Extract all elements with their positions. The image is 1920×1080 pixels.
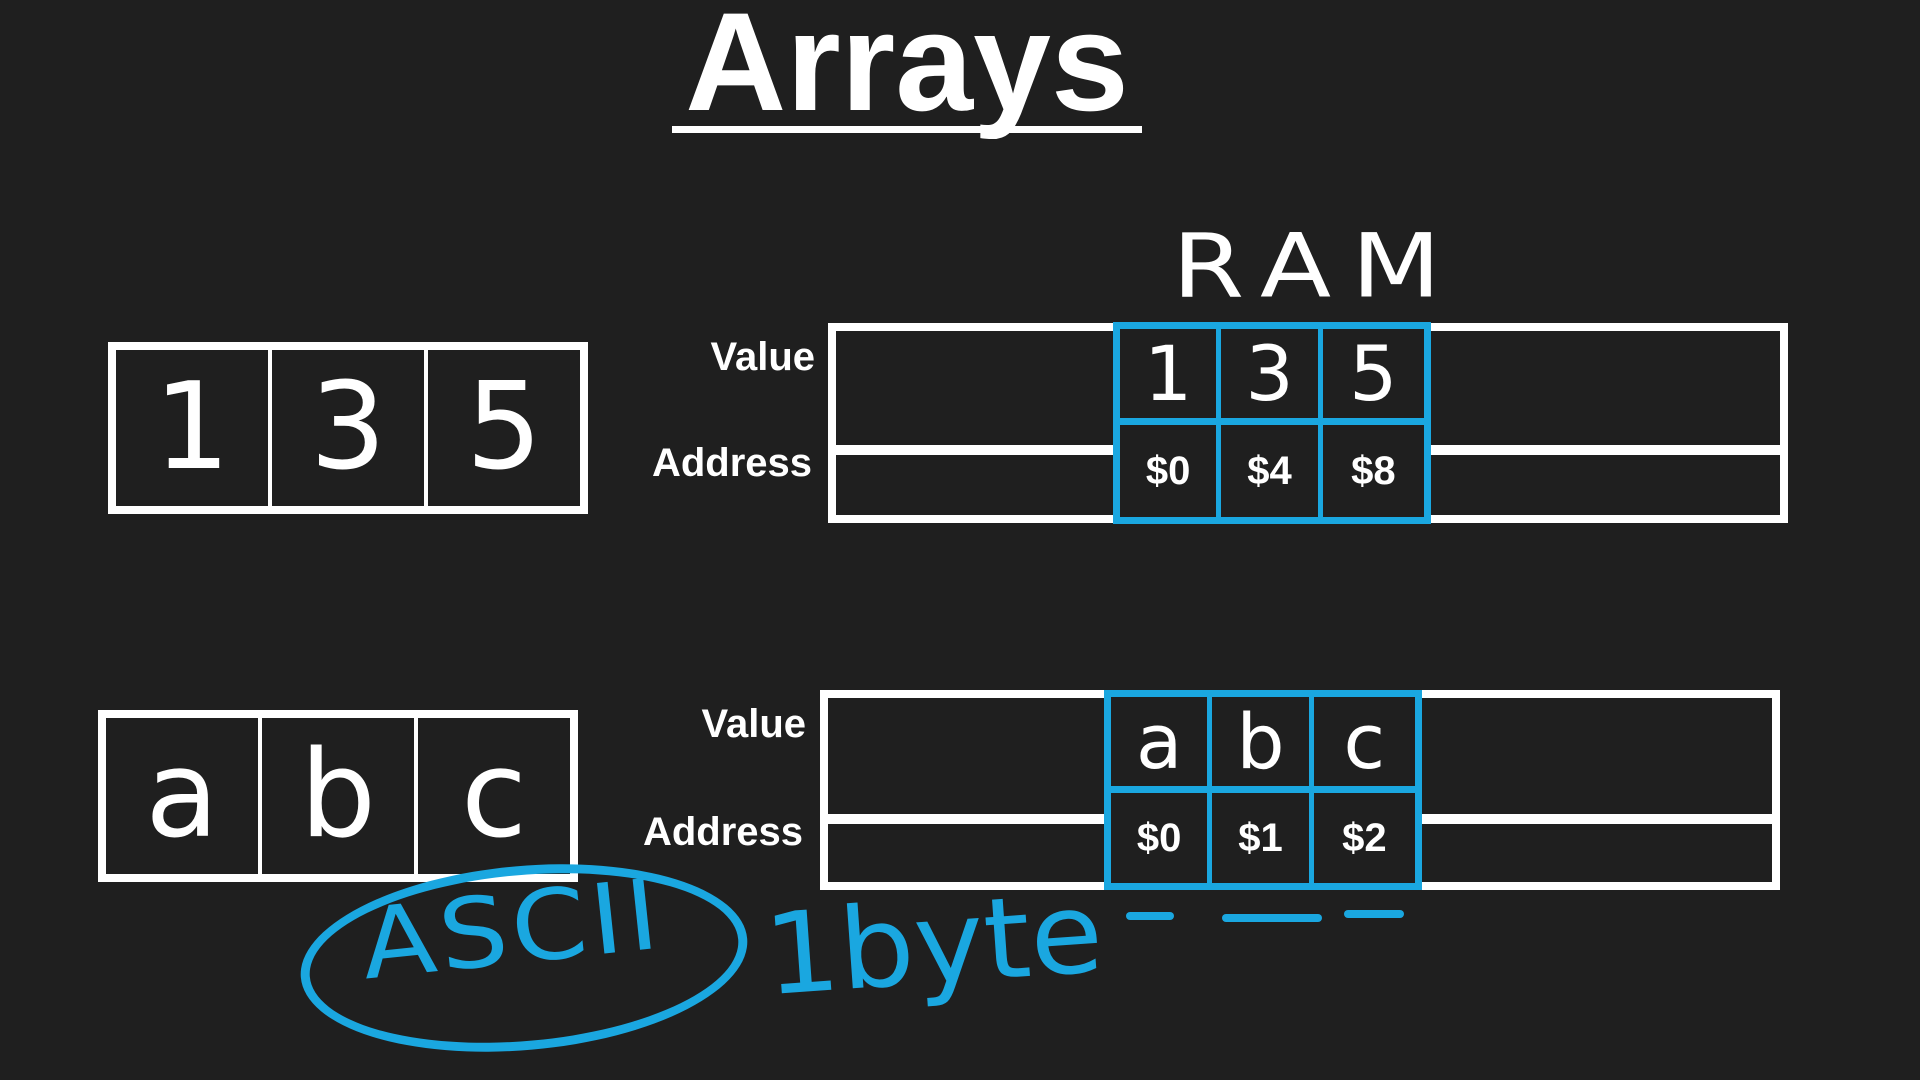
ram-label: RAM <box>1172 214 1461 318</box>
char-ram-address-cell: $2 <box>1342 815 1387 860</box>
int-ram-address-cell: $4 <box>1221 425 1323 517</box>
char-array-cell: c <box>461 726 527 865</box>
byte-size-annotation: 1byte <box>760 866 1108 1021</box>
int-array-cell: 3 <box>272 350 428 506</box>
char-array-cell: b <box>262 718 418 874</box>
char-ram-value-cell: c <box>1313 697 1415 793</box>
char-ram-value-cell: a <box>1111 697 1213 793</box>
byte-underline-mark <box>1344 910 1404 918</box>
char-array-cell: a <box>106 718 262 874</box>
int-ram-value-cell: 5 <box>1322 329 1424 425</box>
int-array-cell: 1 <box>116 350 272 506</box>
byte-underline-mark <box>1126 912 1174 920</box>
char-array-box: a b c <box>98 710 578 882</box>
int-ram-address-cell: $0 <box>1120 425 1222 517</box>
int-array-cell: 5 <box>465 358 543 497</box>
int-ram-value-label: Value <box>710 335 815 379</box>
char-array-in-ram: a b c $0 $1 $2 <box>1104 690 1422 890</box>
slide-title: Arrays <box>672 0 1142 133</box>
char-ram-value-cell: b <box>1212 697 1314 793</box>
int-ram-address-label: Address <box>651 441 812 485</box>
int-array-in-ram: 1 3 5 $0 $4 $8 <box>1113 322 1431 524</box>
int-ram-value-cell: 3 <box>1221 329 1323 425</box>
int-array-box: 1 3 5 <box>108 342 588 514</box>
char-ram-address-cell: $1 <box>1212 793 1314 883</box>
char-ram-value-label: Value <box>701 702 806 746</box>
int-ram-address-cell: $8 <box>1351 448 1396 493</box>
int-ram-value-cell: 1 <box>1120 329 1222 425</box>
byte-underline-mark <box>1222 914 1322 922</box>
char-ram-address-cell: $0 <box>1111 793 1213 883</box>
char-ram-address-label: Address <box>642 810 803 854</box>
